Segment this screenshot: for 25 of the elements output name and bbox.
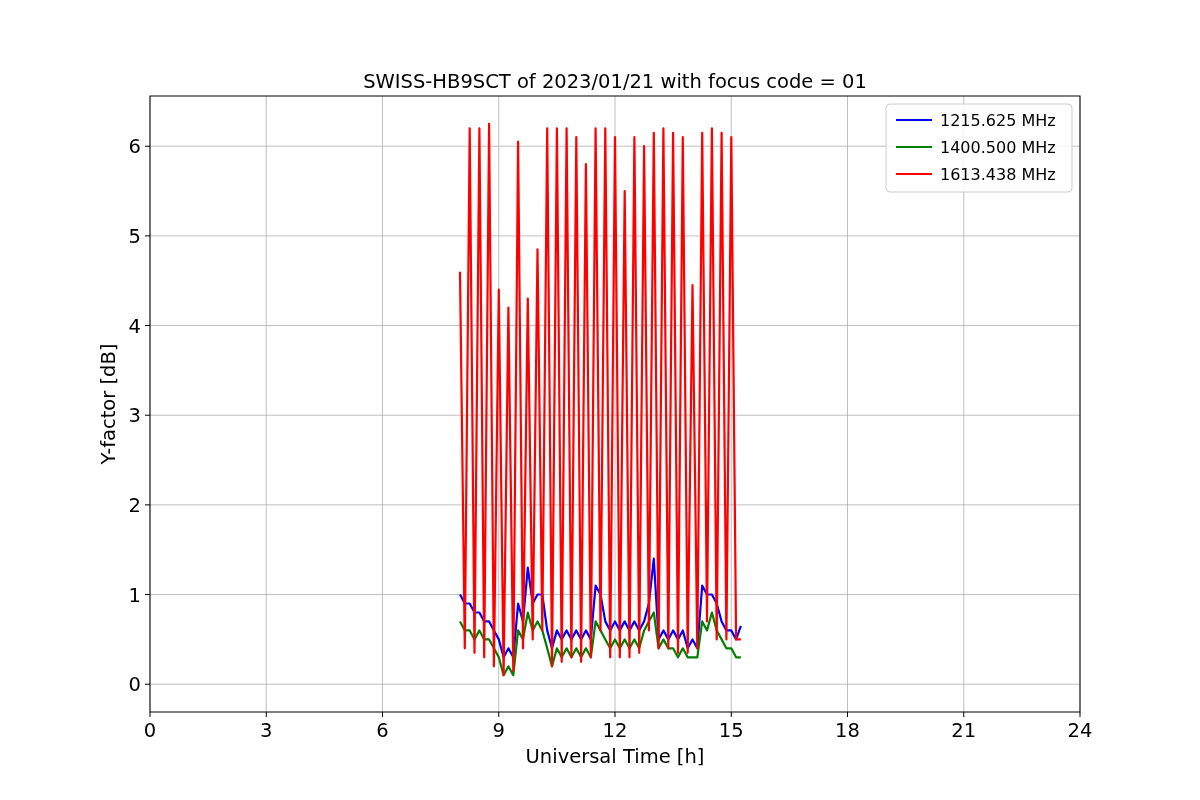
legend-line-icon xyxy=(896,172,932,176)
legend-line-icon xyxy=(896,118,932,122)
x-tick-label: 9 xyxy=(492,719,505,742)
legend-label: 1400.500 MHz xyxy=(940,138,1056,157)
legend-label: 1613.438 MHz xyxy=(940,165,1056,184)
x-tick-label: 15 xyxy=(718,719,744,742)
y-axis-label: Y-factor [dB] xyxy=(97,343,120,465)
legend-label: 1215.625 MHz xyxy=(940,111,1056,130)
y-tick-label: 3 xyxy=(128,404,141,428)
x-axis-label: Universal Time [h] xyxy=(525,745,705,768)
y-tick-label: 2 xyxy=(128,493,141,517)
y-tick-label: 5 xyxy=(128,224,141,248)
x-tick-label: 24 xyxy=(1067,719,1093,742)
x-tick-label: 6 xyxy=(376,719,389,742)
y-tick-label: 0 xyxy=(128,673,141,697)
x-tick-label: 21 xyxy=(951,719,977,742)
x-tick-label: 18 xyxy=(835,719,860,742)
legend-line-icon xyxy=(896,145,932,149)
y-tick-label: 6 xyxy=(128,135,141,159)
y-tick-label: 4 xyxy=(128,314,141,338)
x-tick-label: 0 xyxy=(143,719,157,742)
x-tick-label: 12 xyxy=(602,719,628,742)
x-tick-label: 3 xyxy=(260,719,273,742)
y-tick-label: 1 xyxy=(128,583,141,607)
chart-title: SWISS-HB9SCT of 2023/01/21 with focus code = 01 xyxy=(363,70,867,93)
